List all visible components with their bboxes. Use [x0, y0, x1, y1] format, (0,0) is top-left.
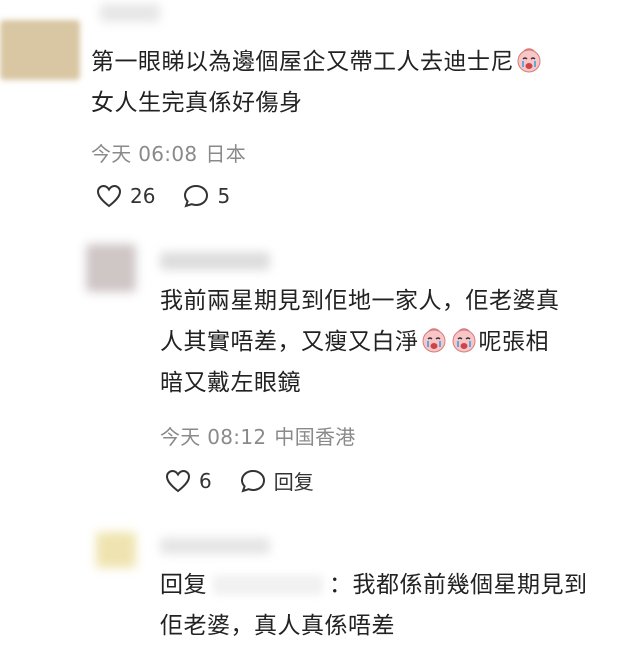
reply2-username-blurred[interactable]	[160, 538, 270, 554]
comment-actions: 26 5	[96, 184, 258, 208]
reply-meta: 今天 08:12 中国香港	[160, 421, 356, 450]
reply-username-blurred[interactable]	[160, 252, 270, 270]
heart-icon	[96, 184, 122, 208]
username-blurred[interactable]	[100, 4, 160, 22]
reply-location: 中国香港	[274, 425, 356, 449]
crying-face-emoji-icon	[452, 328, 475, 353]
comment-meta: 今天 06:08 日本	[91, 138, 246, 167]
reply-text: 我前兩星期見到佢地一家人，佢老婆真 人其實唔差，又瘦又白淨 呢張相 暗又戴左眼鏡	[160, 281, 560, 404]
comment-text: 第一眼睇以為邊個屋企又帶工人去迪士尼 女人生完真係好傷身	[91, 42, 544, 124]
comment-text-line2: 女人生完真係好傷身	[91, 90, 303, 116]
like-count: 26	[130, 184, 156, 208]
reply-text-line3: 暗又戴左眼鏡	[160, 370, 301, 396]
comment-time: 今天 06:08	[91, 142, 198, 166]
reply2-text: 回复 ：我都係前幾個星期見到 佢老婆，真人真係唔差	[160, 565, 588, 647]
avatar[interactable]	[0, 20, 80, 80]
reply2-avatar[interactable]	[96, 532, 136, 568]
reply2-text-line2: 佢老婆，真人真係唔差	[160, 613, 395, 639]
reply-like-button[interactable]: 6	[165, 469, 212, 493]
reply2-text-line1: ：我都係前幾個星期見到	[329, 572, 588, 598]
reply-text-line1: 我前兩星期見到佢地一家人，佢老婆真	[160, 288, 560, 314]
comment-bubble-icon	[184, 184, 209, 208]
heart-icon	[165, 469, 191, 492]
reply-time: 今天 08:12	[160, 425, 267, 449]
comment-bubble-icon	[240, 469, 265, 493]
reply-text-line2a: 人其實唔差，又瘦又白淨	[160, 329, 419, 355]
reply-text-line2b: 呢張相	[478, 329, 549, 355]
crying-face-emoji-icon	[517, 48, 541, 73]
like-button[interactable]: 26	[96, 184, 155, 208]
reply-count: 5	[217, 184, 231, 208]
reply-like-count: 6	[199, 468, 212, 493]
comment-location: 日本	[205, 142, 247, 166]
reply-button[interactable]: 5	[183, 184, 230, 208]
reply-reply-label: 回复	[273, 470, 314, 494]
reply2-mention-blurred[interactable]	[213, 575, 323, 595]
reply-actions: 6 回复	[165, 466, 342, 495]
comment-text-line1: 第一眼睇以為邊個屋企又帶工人去迪士尼	[91, 49, 514, 75]
reply-reply-button[interactable]: 回复	[240, 466, 314, 495]
reply2-prefix: 回复	[160, 572, 207, 598]
crying-face-emoji-icon	[422, 328, 445, 353]
reply-avatar[interactable]	[86, 244, 136, 292]
